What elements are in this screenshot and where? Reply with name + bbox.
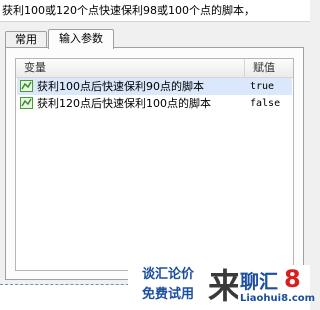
parameter-name: 获利120点后快速保利100点的脚本	[37, 97, 211, 110]
parameter-value[interactable]: false	[250, 95, 280, 112]
parameter-row[interactable]: 获利120点后快速保利100点的脚本 false	[17, 95, 292, 112]
ad-line-1: 谈汇论价	[141, 267, 194, 282]
parameter-value[interactable]: true	[250, 78, 274, 95]
script-parameter-icon	[20, 80, 33, 92]
ad-mark: 来	[208, 265, 242, 309]
list-header: 变量 赋值	[16, 59, 293, 78]
ad-banner[interactable]: 谈汇论价 免费试用 来 聊汇 8 Liaohui8.com	[0, 265, 315, 310]
script-parameter-icon	[20, 97, 33, 109]
tab-panel: 变量 赋值 获利100点后快速保利90点的脚本 true 获利120点后快速保利…	[5, 47, 304, 280]
tab-input-parameters[interactable]: 输入参数	[48, 29, 114, 49]
ad-brand-name: 聊汇	[240, 271, 279, 293]
ad-slogan: 谈汇论价 免费试用	[128, 265, 208, 309]
ad-brand-number: 8	[284, 265, 301, 293]
parameter-list[interactable]: 变量 赋值 获利100点后快速保利90点的脚本 true 获利120点后快速保利…	[15, 58, 294, 271]
ad-line-2: 免费试用	[141, 287, 194, 302]
parameter-name: 获利100点后快速保利90点的脚本	[37, 80, 204, 93]
parameter-row[interactable]: 获利100点后快速保利90点的脚本 true	[17, 78, 292, 95]
column-header-variable[interactable]: 变量	[16, 59, 245, 77]
tab-common[interactable]: 常用	[5, 31, 47, 48]
column-header-value[interactable]: 赋值	[245, 59, 293, 77]
ad-brand-logo: 聊汇 8 Liaohui8.com	[238, 265, 315, 309]
window-title: 获利100或120个点快速保利98或100个点的脚本，	[0, 0, 310, 22]
ad-url: Liaohui8.com	[240, 293, 316, 304]
